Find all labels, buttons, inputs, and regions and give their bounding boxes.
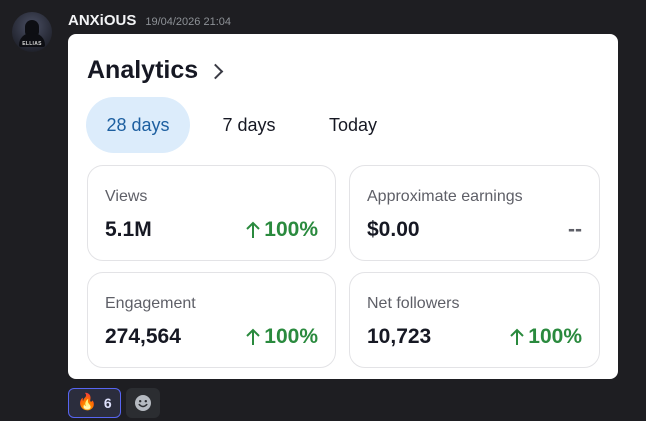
metric-views[interactable]: Views 5.1M 100% [87, 165, 336, 261]
metric-change-value: -- [568, 218, 582, 241]
metric-change-value: 100% [264, 325, 318, 348]
chat-message: ELLIAS ANXiOUS 19/04/2026 21:04 Analytic… [0, 0, 646, 421]
metric-value: $0.00 [367, 218, 420, 241]
reactions-bar: 🔥 6 [68, 388, 160, 418]
arrow-up-icon [246, 221, 260, 238]
metric-value: 5.1M [105, 218, 152, 241]
metric-earnings[interactable]: Approximate earnings $0.00 -- [349, 165, 600, 261]
tab-28-days[interactable]: 28 days [86, 97, 190, 153]
metric-change: 100% [245, 325, 318, 349]
tab-today[interactable]: Today [308, 97, 398, 153]
reaction-fire[interactable]: 🔥 6 [68, 388, 121, 418]
analytics-card: Analytics 28 days 7 days Today Views 5.1… [68, 34, 618, 379]
metric-change: 100% [509, 325, 582, 349]
arrow-up-icon [510, 328, 524, 345]
arrow-up-icon [246, 328, 260, 345]
tab-7-days[interactable]: 7 days [190, 97, 308, 153]
date-range-tabs: 28 days 7 days Today [86, 97, 398, 153]
metric-label: Net followers [367, 295, 460, 312]
message-header: ANXiOUS 19/04/2026 21:04 [68, 12, 231, 29]
metric-net-followers[interactable]: Net followers 10,723 100% [349, 272, 600, 368]
chevron-right-icon [207, 63, 224, 80]
smiley-icon [134, 395, 151, 411]
metric-engagement[interactable]: Engagement 274,564 100% [87, 272, 336, 368]
avatar-tag: ELLIAS [22, 41, 42, 47]
username[interactable]: ANXiOUS [68, 12, 136, 29]
message-timestamp: 19/04/2026 21:04 [145, 16, 231, 28]
metric-change-value: 100% [528, 325, 582, 348]
add-reaction-button[interactable] [125, 388, 160, 418]
metric-label: Views [105, 188, 148, 205]
metric-label: Approximate earnings [367, 188, 523, 205]
user-avatar[interactable]: ELLIAS [12, 12, 52, 52]
metric-change-value: 100% [264, 218, 318, 241]
fire-emoji-icon: 🔥 [77, 394, 97, 411]
metric-change: 100% [245, 218, 318, 242]
analytics-title: Analytics [87, 56, 199, 84]
metric-change: -- [568, 218, 582, 242]
metric-label: Engagement [105, 295, 196, 312]
reaction-count: 6 [103, 395, 112, 411]
metric-value: 10,723 [367, 325, 432, 348]
metric-value: 274,564 [105, 325, 181, 348]
analytics-title-link[interactable]: Analytics [87, 56, 224, 85]
